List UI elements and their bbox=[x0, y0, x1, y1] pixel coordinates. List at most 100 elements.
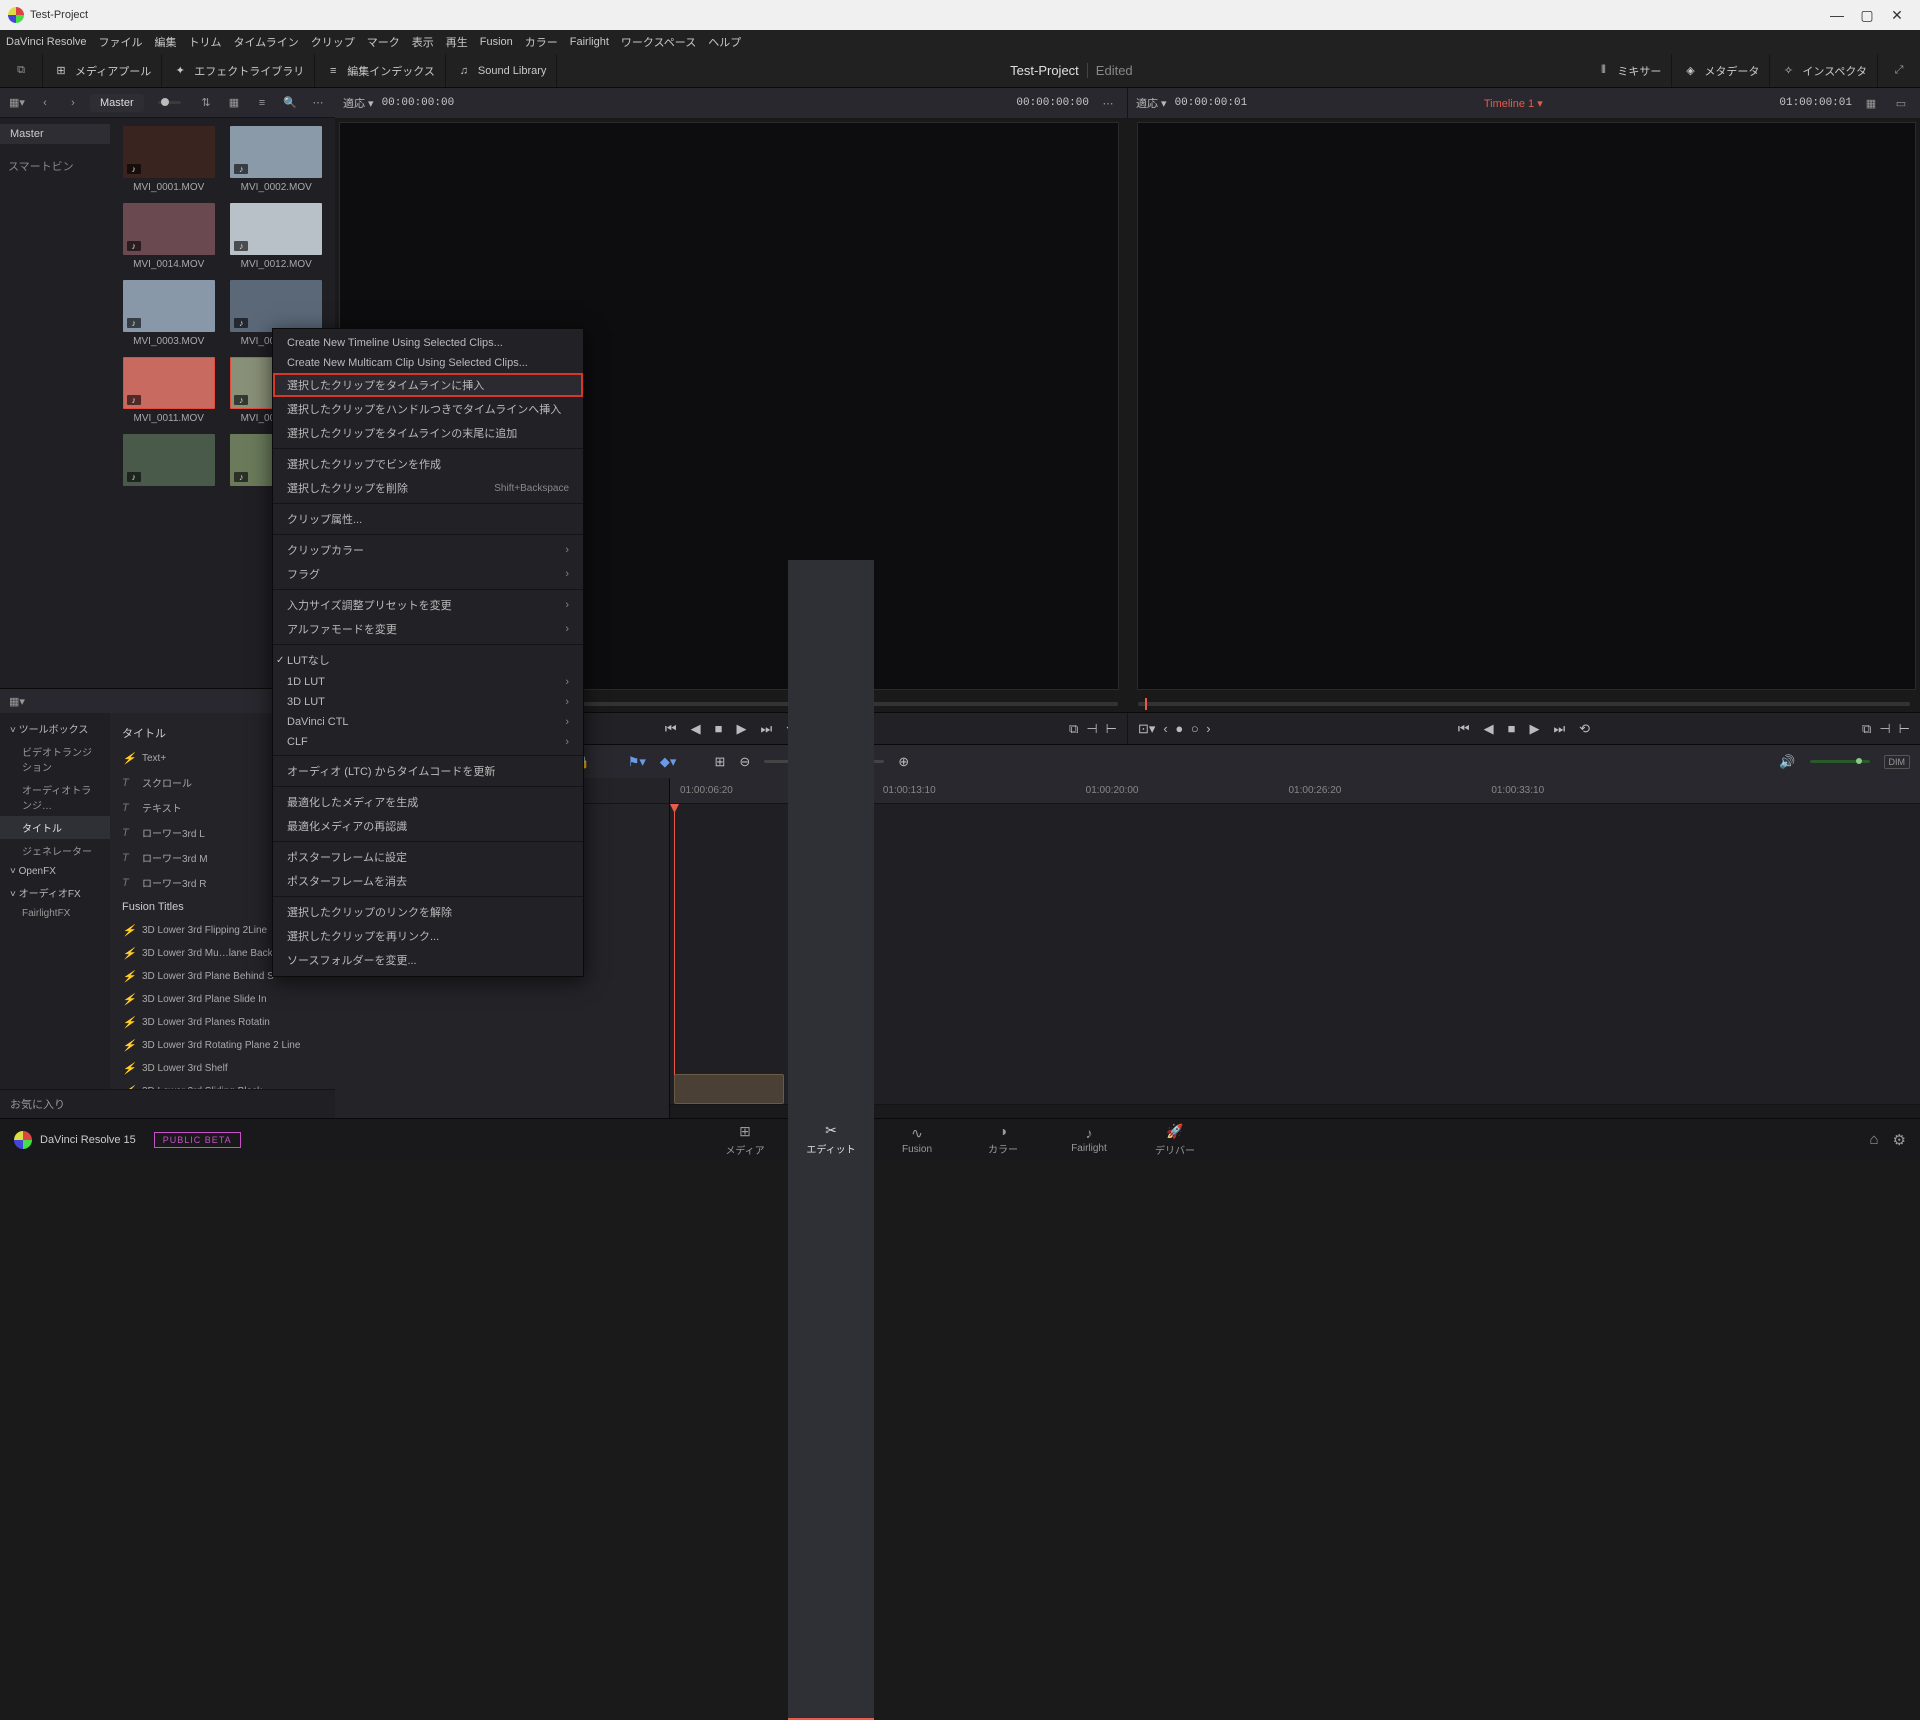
effects-category[interactable]: ˅ ツールボックス bbox=[0, 717, 110, 740]
rec-in-icon[interactable]: ⊣ bbox=[1879, 721, 1890, 737]
context-menu-item[interactable]: 選択したクリップをハンドルつきでタイムラインへ挿入 bbox=[273, 397, 583, 421]
clip-thumbnail[interactable]: ♪ bbox=[123, 280, 215, 332]
context-menu-item[interactable]: 3D LUT› bbox=[273, 692, 583, 712]
context-menu-item[interactable]: フラグ› bbox=[273, 562, 583, 586]
marker-icon[interactable]: ◆▾ bbox=[660, 754, 677, 770]
effects-category[interactable]: タイトル bbox=[0, 816, 110, 839]
volume-slider[interactable] bbox=[1810, 760, 1870, 763]
menu-ワークスペース[interactable]: ワークスペース bbox=[621, 34, 696, 50]
rec-prev-icon[interactable]: ◀ bbox=[1484, 721, 1494, 737]
rec-in-tc[interactable]: 00:00:00:01 bbox=[1175, 97, 1248, 109]
media-clip[interactable]: ♪MVI_0014.MOV bbox=[118, 203, 220, 270]
context-menu-item[interactable]: 選択したクリップを再リンク... bbox=[273, 924, 583, 948]
mixer-button[interactable]: ⫴ ミキサー bbox=[1585, 54, 1672, 87]
context-menu-item[interactable]: 1D LUT› bbox=[273, 672, 583, 692]
clip-thumbnail[interactable]: ♪ bbox=[123, 126, 215, 178]
context-menu-item[interactable]: 選択したクリップでビンを作成 bbox=[273, 452, 583, 476]
grid-view-icon[interactable]: ▦ bbox=[223, 92, 245, 114]
context-menu-item[interactable]: 選択したクリップのリンクを解除 bbox=[273, 900, 583, 924]
effects-category[interactable]: オーディオトランジ… bbox=[0, 778, 110, 816]
context-menu-item[interactable]: ポスターフレームを消去 bbox=[273, 869, 583, 893]
media-clip[interactable]: ♪MVI_0002.MOV bbox=[226, 126, 328, 193]
sort-icon[interactable]: ⇅ bbox=[195, 92, 217, 114]
sound-library-button[interactable]: ♫ Sound Library bbox=[446, 54, 558, 87]
menu-Fairlight[interactable]: Fairlight bbox=[570, 36, 609, 48]
rec-stop-icon[interactable]: ■ bbox=[1508, 721, 1516, 736]
context-menu-item[interactable]: Create New Timeline Using Selected Clips… bbox=[273, 333, 583, 353]
src-in-tc[interactable]: 00:00:00:00 bbox=[382, 97, 455, 109]
page-Fairlight[interactable]: ♪Fairlight bbox=[1046, 560, 1132, 1720]
effect-item[interactable]: ⚡3D Lower 3rd Planes Rotatin bbox=[110, 1011, 335, 1034]
expand-icon[interactable]: ⤢ bbox=[1888, 60, 1910, 82]
rec-match-icon[interactable]: ⧉ bbox=[1862, 721, 1871, 737]
maximize-button[interactable]: ▢ bbox=[1852, 3, 1882, 28]
rec-next-icon[interactable]: ⏭ bbox=[1553, 721, 1565, 737]
flag-icon[interactable]: ⚑▾ bbox=[628, 754, 646, 770]
dim-button[interactable]: DIM bbox=[1884, 755, 1911, 769]
metadata-button[interactable]: ◈ メタデータ bbox=[1672, 54, 1770, 87]
minimize-button[interactable]: — bbox=[1822, 3, 1852, 28]
effects-category[interactable]: ビデオトランジション bbox=[0, 740, 110, 778]
menu-表示[interactable]: 表示 bbox=[412, 34, 434, 50]
home-icon[interactable]: ⌂ bbox=[1869, 1131, 1878, 1149]
speaker-icon[interactable]: 🔊 bbox=[1779, 754, 1795, 770]
effect-item[interactable]: ⚡3D Lower 3rd Sliding Block bbox=[110, 1080, 335, 1089]
menu-トリム[interactable]: トリム bbox=[189, 34, 222, 50]
single-viewer-icon[interactable]: ▭ bbox=[1890, 92, 1912, 114]
context-menu-item[interactable]: ポスターフレームに設定 bbox=[273, 845, 583, 869]
effects-category[interactable]: FairlightFX bbox=[0, 904, 110, 923]
menu-編集[interactable]: 編集 bbox=[155, 34, 177, 50]
layout-icon[interactable]: ⧉ bbox=[10, 60, 32, 82]
search-icon[interactable]: 🔍 bbox=[279, 92, 301, 114]
timeline-name[interactable]: Timeline 1 ▾ bbox=[1484, 97, 1543, 110]
context-menu-item[interactable]: ソースフォルダーを変更... bbox=[273, 948, 583, 972]
menu-再生[interactable]: 再生 bbox=[446, 34, 468, 50]
rec-first-icon[interactable]: ⏮ bbox=[1458, 721, 1470, 737]
menu-クリップ[interactable]: クリップ bbox=[311, 34, 355, 50]
context-menu-item[interactable]: CLF› bbox=[273, 732, 583, 752]
bin-view-icon[interactable]: ▦▾ bbox=[6, 92, 28, 114]
page-デリバー[interactable]: 🚀デリバー bbox=[1132, 560, 1218, 1720]
context-menu-item[interactable]: Create New Multicam Clip Using Selected … bbox=[273, 353, 583, 373]
thumb-size-slider[interactable] bbox=[158, 101, 181, 104]
src-rev-icon[interactable]: ◀ bbox=[691, 721, 701, 737]
media-clip[interactable]: ♪MVI_0012.MOV bbox=[226, 203, 328, 270]
context-menu-item[interactable]: クリップカラー› bbox=[273, 538, 583, 562]
clip-thumbnail[interactable]: ♪ bbox=[230, 280, 322, 332]
menu-Fusion[interactable]: Fusion bbox=[480, 36, 513, 48]
rec-out-tc[interactable]: 01:00:00:01 bbox=[1779, 97, 1852, 109]
edit-index-button[interactable]: ≡ 編集インデックス bbox=[315, 54, 446, 87]
close-button[interactable]: ✕ bbox=[1882, 3, 1912, 28]
effect-library-button[interactable]: ✦ エフェクトライブラリ bbox=[162, 54, 315, 87]
context-menu-item[interactable]: オーディオ (LTC) からタイムコードを更新 bbox=[273, 759, 583, 783]
color-viewer-icon[interactable]: ▦ bbox=[1860, 92, 1882, 114]
media-clip[interactable]: ♪MVI_0011.MOV bbox=[118, 357, 220, 424]
inspector-button[interactable]: ✧ インスペクタ bbox=[1770, 54, 1878, 87]
context-menu-item[interactable]: 選択したクリップを削除Shift+Backspace bbox=[273, 476, 583, 500]
context-menu-item[interactable]: 最適化したメディアを生成 bbox=[273, 790, 583, 814]
rec-play-icon[interactable]: ▶ bbox=[1529, 721, 1539, 737]
settings-icon[interactable]: ⚙ bbox=[1893, 1131, 1906, 1149]
effects-category[interactable]: ジェネレーター bbox=[0, 839, 110, 862]
clip-thumbnail[interactable]: ♪ bbox=[123, 434, 215, 486]
media-clip[interactable]: ♪MVI_0001.MOV bbox=[118, 126, 220, 193]
media-pool-button[interactable]: ⊞ メディアプール bbox=[43, 54, 162, 87]
context-menu-item[interactable]: 入力サイズ調整プリセットを変更› bbox=[273, 593, 583, 617]
page-カラー[interactable]: ◑カラー bbox=[960, 560, 1046, 1720]
menu-マーク[interactable]: マーク bbox=[367, 34, 400, 50]
playhead[interactable] bbox=[674, 804, 675, 1090]
page-メディア[interactable]: ⊞メディア bbox=[702, 560, 788, 1720]
clip-thumbnail[interactable]: ♪ bbox=[123, 357, 215, 409]
effects-category[interactable]: ˅ オーディオFX bbox=[0, 881, 110, 904]
record-viewer[interactable] bbox=[1137, 122, 1917, 690]
context-menu-item[interactable]: 選択したクリップをタイムラインに挿入 bbox=[273, 373, 583, 397]
effects-view-icon[interactable]: ▦▾ bbox=[6, 690, 28, 712]
rec-fit-dropdown[interactable]: 適応 ▾ bbox=[1136, 95, 1167, 111]
rec-loop-icon[interactable]: ⟲ bbox=[1579, 721, 1590, 737]
menu-タイムライン[interactable]: タイムライン bbox=[234, 34, 299, 50]
bin-path[interactable]: Master bbox=[90, 94, 144, 112]
effect-item[interactable]: ⚡3D Lower 3rd Shelf bbox=[110, 1057, 335, 1080]
rec-out-icon[interactable]: ⊢ bbox=[1899, 721, 1910, 737]
clip-thumbnail[interactable]: ♪ bbox=[123, 203, 215, 255]
effects-category[interactable]: ˅ OpenFX bbox=[0, 862, 110, 881]
